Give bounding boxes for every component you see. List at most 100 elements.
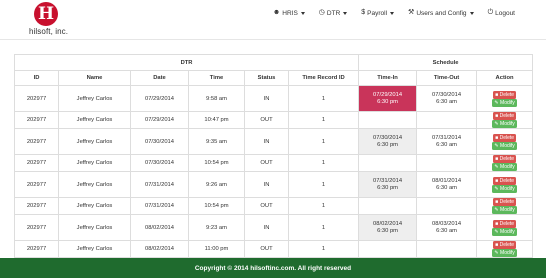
cell-date: 07/30/2014: [130, 128, 189, 155]
cell-action: ■ Delete ✎ Modify: [476, 214, 534, 241]
nav-payroll[interactable]: $ Payroll: [354, 8, 401, 18]
logo-icon: H: [34, 2, 58, 26]
modify-button[interactable]: ✎ Modify: [492, 206, 517, 214]
brand-name: hilsoft, inc.: [29, 27, 69, 36]
cell-record-id: 1: [287, 214, 360, 241]
delete-label: Delete: [499, 199, 515, 205]
pencil-icon: ✎: [494, 121, 499, 127]
modify-label: Modify: [500, 228, 515, 235]
cell-status: IN: [244, 171, 289, 198]
schedule-date: 08/02/2014: [373, 220, 403, 227]
cell-time-in: [358, 154, 418, 172]
caret-down-icon: [469, 11, 474, 15]
cell-date: 08/02/2014: [130, 214, 189, 241]
modify-button[interactable]: ✎ Modify: [492, 141, 517, 150]
cell-time-in: 07/31/2014 6:30 pm: [358, 171, 418, 198]
cell-record-id: 1: [287, 154, 360, 172]
cell-time-out: 07/30/2014 6:30 am: [416, 85, 478, 112]
cell-time: 10:47 pm: [188, 111, 245, 129]
schedule-date: 08/01/2014: [432, 177, 462, 184]
cell-status: OUT: [244, 197, 289, 215]
power-icon: ⏻: [487, 9, 494, 16]
wrench-icon: ⚒: [408, 9, 415, 16]
column-header: Time: [188, 70, 245, 86]
cell-time-in: 07/30/2014 6:30 pm: [358, 128, 418, 155]
footer: Copyright © 2014 hilsoftinc.com. All rig…: [0, 258, 546, 278]
cell-time-out: [416, 154, 478, 172]
cell-record-id: 1: [287, 171, 360, 198]
modify-button[interactable]: ✎ Modify: [492, 163, 517, 171]
modify-label: Modify: [500, 121, 515, 127]
delete-button[interactable]: ■ Delete: [493, 112, 517, 120]
cell-date: 07/30/2014: [130, 154, 189, 172]
cell-date: 07/31/2014: [130, 171, 189, 198]
main-nav: ☻ HRIS ◷ DTR $ Payroll ⚒ Users and Config ⏻ Logou…: [266, 8, 522, 18]
cell-id: 202977: [14, 111, 59, 129]
cell-time: 9:35 am: [188, 128, 245, 155]
cell-time: 9:58 am: [188, 85, 245, 112]
cell-id: 202977: [14, 171, 59, 198]
dollar-icon: $: [361, 9, 366, 16]
nav-label: Users and Config: [416, 9, 467, 17]
caret-down-icon: [300, 11, 305, 15]
table-row: 202977 Jeffrey Carlos 07/29/2014 10:47 pm OU…: [14, 111, 534, 129]
cell-time-out: [416, 197, 478, 215]
modify-label: Modify: [500, 164, 515, 170]
nav-label: DTR: [326, 9, 341, 17]
modify-label: Modify: [500, 250, 515, 256]
delete-button[interactable]: ■ Delete: [493, 198, 517, 206]
delete-button[interactable]: ■ Delete: [493, 219, 517, 228]
modify-button[interactable]: ✎ Modify: [492, 184, 517, 193]
trash-icon: ■: [495, 242, 499, 248]
modify-button[interactable]: ✎ Modify: [492, 98, 517, 107]
pencil-icon: ✎: [494, 164, 499, 170]
dtr-table: DTR Schedule ID Name Date Time Status Time Re…: [13, 54, 534, 258]
schedule-date: 07/29/2014: [373, 91, 403, 98]
cell-name: Jeffrey Carlos: [58, 111, 131, 129]
modify-button[interactable]: ✎ Modify: [492, 249, 517, 257]
cell-name: Jeffrey Carlos: [58, 214, 131, 241]
column-header: Time-In: [358, 70, 418, 86]
cell-time-in: 08/02/2014 6:30 pm: [358, 214, 418, 241]
nav-users-and-config[interactable]: ⚒ Users and Config: [401, 8, 481, 18]
nav-hris[interactable]: ☻ HRIS: [266, 8, 312, 18]
cell-id: 202977: [14, 240, 59, 258]
nav-dtr[interactable]: ◷ DTR: [312, 8, 354, 18]
cell-name: Jeffrey Carlos: [58, 240, 131, 258]
nav-logout[interactable]: ⏻ Logout: [481, 8, 522, 18]
schedule-value: 08/02/2014 6:30 pm: [359, 215, 417, 240]
cell-name: Jeffrey Carlos: [58, 85, 131, 112]
modify-label: Modify: [500, 207, 515, 213]
column-header: Date: [130, 70, 189, 86]
cell-date: 07/29/2014: [130, 111, 189, 129]
delete-button[interactable]: ■ Delete: [493, 176, 517, 185]
cell-time: 11:00 pm: [188, 240, 245, 258]
schedule-value: 07/31/2014 6:30 am: [417, 129, 476, 154]
cell-time: 10:54 pm: [188, 154, 245, 172]
cell-action: ■ Delete ✎ Modify: [476, 85, 534, 112]
cell-time-in: [358, 240, 418, 258]
cell-time-out: 08/01/2014 6:30 am: [416, 171, 478, 198]
pencil-icon: ✎: [494, 228, 499, 235]
delete-button[interactable]: ■ Delete: [493, 241, 517, 249]
cell-time: 9:26 am: [188, 171, 245, 198]
delete-button[interactable]: ■ Delete: [493, 90, 517, 99]
clock-icon: ◷: [318, 9, 325, 16]
delete-button[interactable]: ■ Delete: [493, 155, 517, 163]
company-logo[interactable]: H: [30, 2, 60, 26]
delete-label: Delete: [499, 177, 515, 184]
table-row: 202977 Jeffrey Carlos 07/31/2014 10:54 pm OU…: [14, 197, 534, 215]
table-row: 202977 Jeffrey Carlos 07/30/2014 10:54 pm OU…: [14, 154, 534, 172]
trash-icon: ■: [495, 91, 499, 98]
cell-id: 202977: [14, 154, 59, 172]
pencil-icon: ✎: [494, 250, 499, 256]
dtr-group-header: DTR: [13, 54, 360, 71]
cell-action: ■ Delete ✎ Modify: [476, 171, 534, 198]
cell-status: OUT: [244, 111, 289, 129]
nav-label: Payroll: [367, 9, 388, 17]
delete-label: Delete: [499, 134, 515, 141]
delete-button[interactable]: ■ Delete: [493, 133, 517, 142]
cell-action: ■ Delete ✎ Modify: [476, 128, 534, 155]
modify-button[interactable]: ✎ Modify: [492, 227, 517, 236]
modify-button[interactable]: ✎ Modify: [492, 120, 517, 128]
